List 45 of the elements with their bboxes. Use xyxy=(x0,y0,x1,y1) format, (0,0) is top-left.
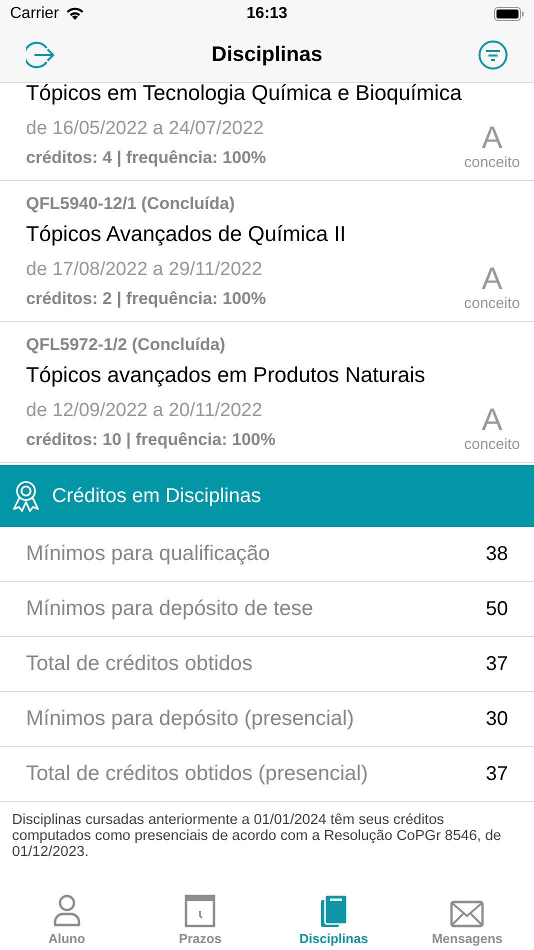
tab-item[interactable]: Prazos xyxy=(134,872,267,950)
person-icon xyxy=(52,894,82,928)
course-details: créditos: 10 | frequência: 100% xyxy=(26,429,276,451)
course-dates: de 16/05/2022 a 24/07/2022 xyxy=(26,117,265,141)
credit-value: 30 xyxy=(486,708,508,730)
footnote: Disciplinas cursadas anteriormente a 01/01/2024 têm seus créditos computados como presenciais de acordo com a Resolução CoPGr 8546, de 01/12/2023. xyxy=(12,812,502,860)
course-details: créditos: 2 | frequência: 100% xyxy=(26,288,266,310)
credit-label: Mínimos para depósito (presencial) xyxy=(26,707,354,731)
section-title: Créditos em Disciplinas xyxy=(52,484,261,508)
credit-label: Total de créditos obtidos (presencial) xyxy=(26,762,368,786)
credit-label: Mínimos para qualificação xyxy=(26,542,270,566)
logout-icon[interactable] xyxy=(26,40,56,70)
course-details: créditos: 4 | frequência: 100% xyxy=(26,147,266,169)
tab-item[interactable]: Mensagens xyxy=(400,872,534,950)
tab-item[interactable]: Aluno xyxy=(0,872,134,950)
grade-label: conceito xyxy=(464,295,520,313)
battery-icon xyxy=(494,7,524,21)
credit-label: Mínimos para depósito de tese xyxy=(26,597,314,621)
envelope-icon xyxy=(450,900,484,928)
book-icon xyxy=(320,894,348,928)
filter-icon[interactable] xyxy=(478,40,508,70)
screen-title: Disciplinas xyxy=(212,43,322,67)
credit-value: 50 xyxy=(486,598,508,620)
grade-letter: A xyxy=(482,122,502,154)
tab-item[interactable]: Disciplinas xyxy=(267,872,400,950)
course-title: Tópicos em Tecnologia Química e Bioquímica xyxy=(26,80,463,107)
credit-label: Total de créditos obtidos xyxy=(26,652,252,676)
grade-letter: A xyxy=(482,404,502,436)
course-code: QFL5972-1/2 (Concluída) xyxy=(26,334,226,356)
course-code: QFL5940-12/1 (Concluída) xyxy=(26,193,236,215)
credit-value: 37 xyxy=(486,652,508,676)
course-title: Tópicos Avançados de Química II xyxy=(26,221,347,248)
calendar-icon xyxy=(184,894,216,928)
grade-letter: A xyxy=(482,263,502,295)
ribbon-award-icon xyxy=(12,480,40,512)
course-dates: de 17/08/2022 a 29/11/2022 xyxy=(26,258,264,282)
credit-value: 37 xyxy=(486,762,508,786)
grade-label: conceito xyxy=(464,154,520,172)
course-dates: de 12/09/2022 a 20/11/2022 xyxy=(26,399,264,423)
clock-time: 16:13 xyxy=(246,5,288,23)
wifi-icon xyxy=(64,7,85,21)
course-title: Tópicos avançados em Produtos Naturais xyxy=(26,362,426,389)
grade-label: conceito xyxy=(464,436,520,454)
credit-value: 38 xyxy=(486,542,508,566)
carrier-label: Carrier xyxy=(10,5,59,23)
